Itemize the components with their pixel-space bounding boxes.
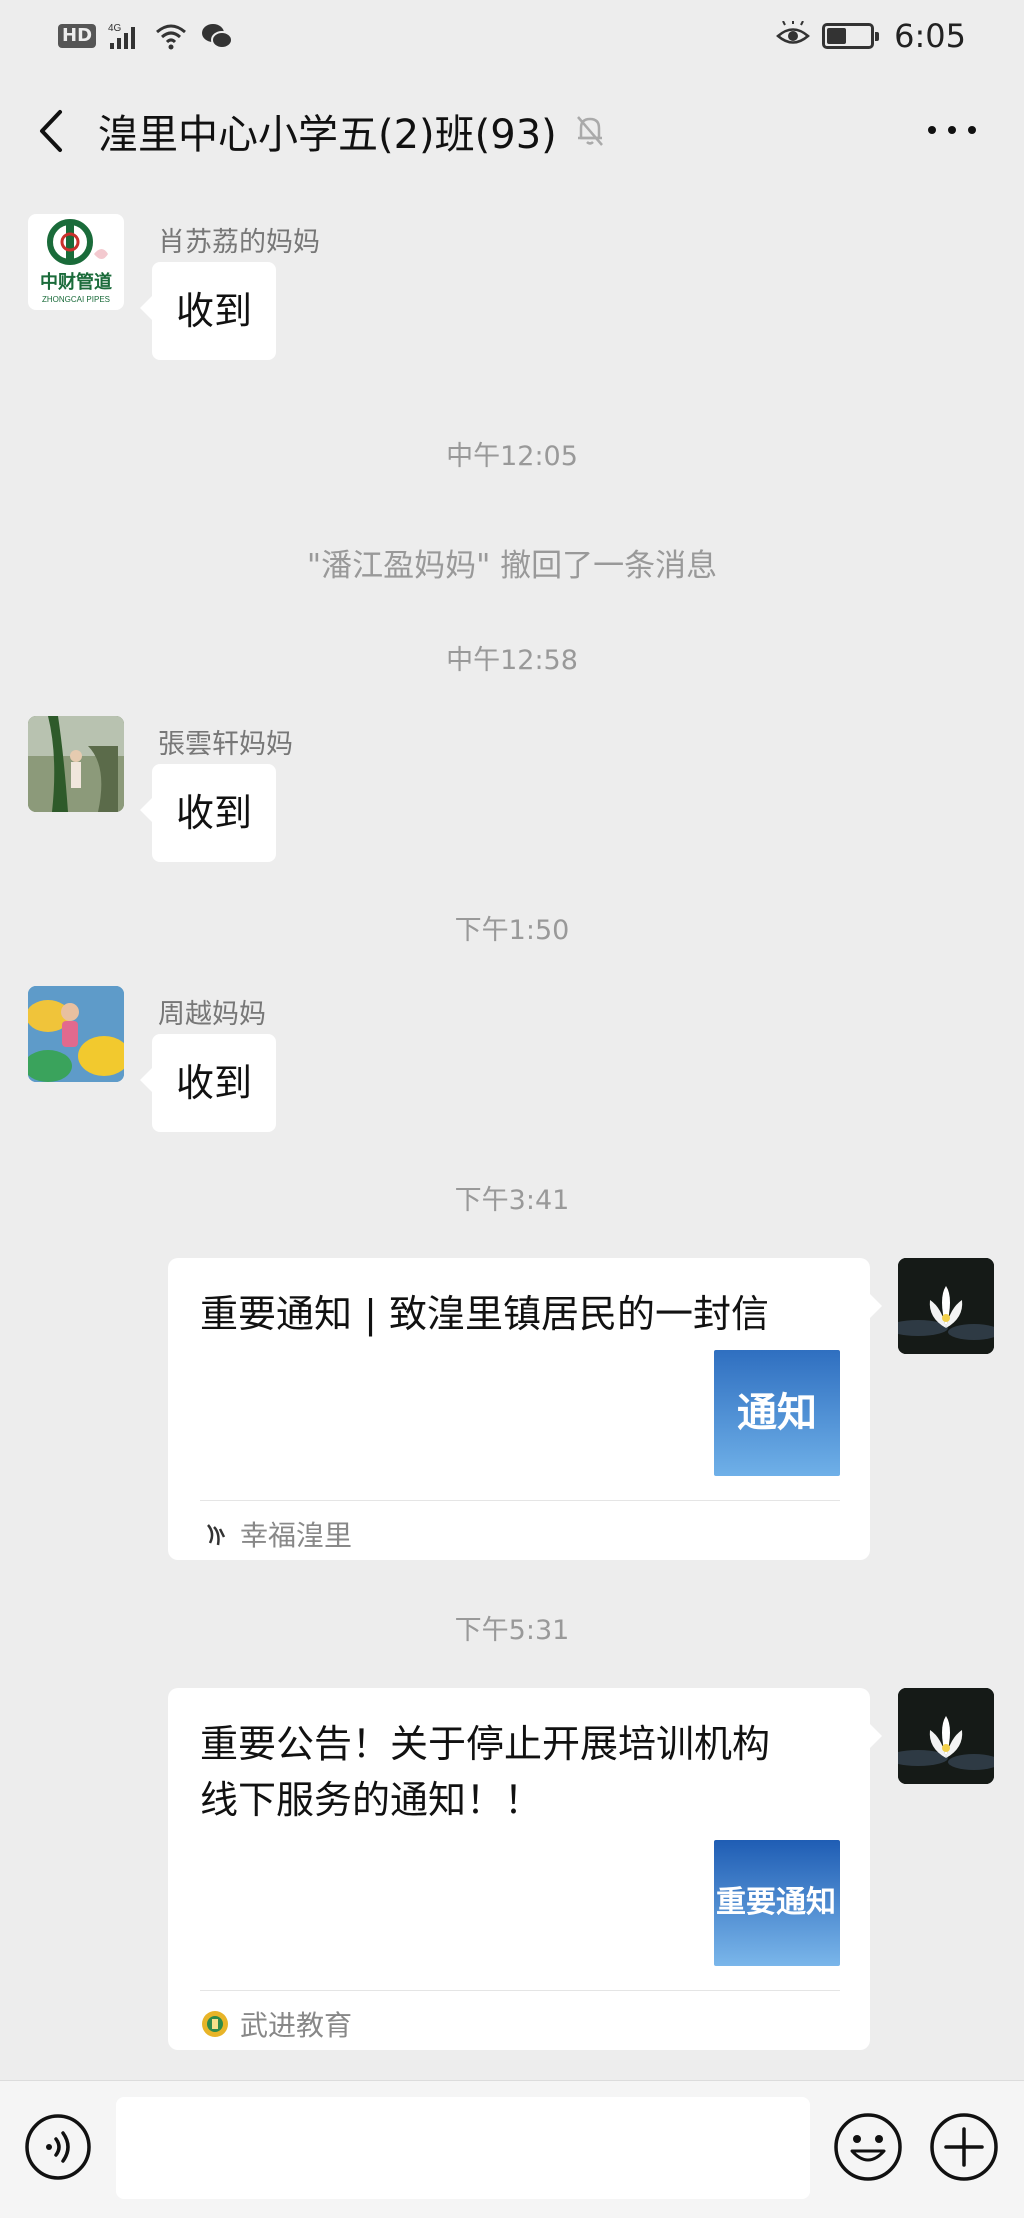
sender-name: 肖苏荔的妈妈: [158, 227, 320, 258]
sender-name: 張雲轩妈妈: [158, 729, 293, 760]
eye-comfort-icon: [776, 21, 811, 44]
timestamp: 下午5:31: [454, 1615, 570, 1646]
card-source-name: 幸福湟里: [240, 1519, 353, 1552]
status-right: 6:05: [776, 17, 966, 55]
recall-notice: "潘江盈妈妈" 撤回了一条消息: [306, 548, 718, 584]
avatar[interactable]: [898, 1688, 994, 1784]
source-logo-icon: [207, 1524, 226, 1546]
lotus-avatar-icon: [898, 1258, 994, 1354]
notice-thumbnail-icon: 通知: [714, 1350, 840, 1476]
more-options-icon[interactable]: [926, 120, 978, 140]
person-photo-icon: [28, 716, 124, 812]
status-left: HD 4G: [58, 21, 234, 51]
more-functions-icon[interactable]: [928, 2111, 1000, 2183]
message-bubble[interactable]: 收到: [139, 1034, 277, 1132]
avatar[interactable]: [28, 716, 124, 812]
wifi-icon: [156, 24, 186, 50]
card-title-line1: 重要公告！关于停止开展培训机构: [200, 1722, 771, 1766]
child-photo-icon: [28, 986, 124, 1082]
education-badge-icon: [202, 2011, 228, 2037]
chat-header: 湟里中心小学五(2)班(93): [0, 72, 1024, 188]
thumb-text: 重要通知: [716, 1885, 836, 1920]
avatar[interactable]: [28, 986, 124, 1082]
status-bar: HD 4G 6:05: [0, 0, 1024, 72]
card-title-line2: 线下服务的通知！！: [200, 1778, 543, 1822]
chat-input-bar: [0, 2080, 1024, 2218]
lotus-avatar-icon: [898, 1688, 994, 1784]
timestamp: 中午12:05: [446, 441, 578, 472]
thumb-text: 通知: [737, 1389, 817, 1436]
chat-title: 湟里中心小学五(2)班(93): [98, 112, 557, 158]
link-card[interactable]: 重要通知 | 致湟里镇居民的一封信 通知 幸福湟里: [168, 1258, 882, 1560]
card-divider: [200, 1500, 840, 1501]
card-thumbnail: 重要通知: [714, 1840, 840, 1966]
voice-input-icon[interactable]: [24, 2113, 92, 2181]
logo-brand-en: ZHONGCAI PIPES: [42, 295, 110, 304]
important-notice-thumbnail-icon: 重要通知: [714, 1840, 840, 1966]
sender-name: 周越妈妈: [158, 999, 266, 1030]
card-thumbnail: 通知: [714, 1350, 840, 1476]
card-title: 重要通知 | 致湟里镇居民的一封信: [200, 1292, 769, 1336]
card-source-name: 武进教育: [240, 2009, 353, 2042]
timestamp: 下午1:50: [454, 915, 570, 946]
message-bubble[interactable]: 收到: [139, 764, 277, 862]
zhongcai-logo-icon: 中财管道 ZHONGCAI PIPES: [40, 219, 112, 304]
network-label: 4G: [108, 23, 122, 34]
avatar[interactable]: 中财管道 ZHONGCAI PIPES: [28, 214, 124, 310]
card-source: 武进教育: [200, 2004, 352, 2044]
link-card[interactable]: 重要公告！关于停止开展培训机构 线下服务的通知！！ 重要通知 武进教育: [168, 1688, 882, 2050]
status-time: 6:05: [894, 17, 966, 55]
message-bubble[interactable]: 收到: [139, 262, 277, 360]
wechat-icon: [202, 24, 234, 49]
logo-brand-cn: 中财管道: [40, 271, 112, 293]
hd-badge: HD: [58, 24, 97, 48]
timestamp: 中午12:58: [446, 645, 578, 676]
avatar[interactable]: [898, 1258, 994, 1354]
message-input[interactable]: [116, 2097, 810, 2199]
emoji-icon[interactable]: [832, 2111, 904, 2183]
mute-bell-icon: [577, 116, 603, 146]
battery-level: [827, 28, 846, 44]
card-source: 幸福湟里: [200, 1514, 352, 1554]
battery-icon: [822, 23, 880, 49]
back-icon[interactable]: [30, 106, 70, 156]
card-divider: [200, 1990, 840, 1991]
cellular-signal-icon: 4G: [108, 23, 136, 49]
timestamp: 下午3:41: [454, 1185, 570, 1216]
